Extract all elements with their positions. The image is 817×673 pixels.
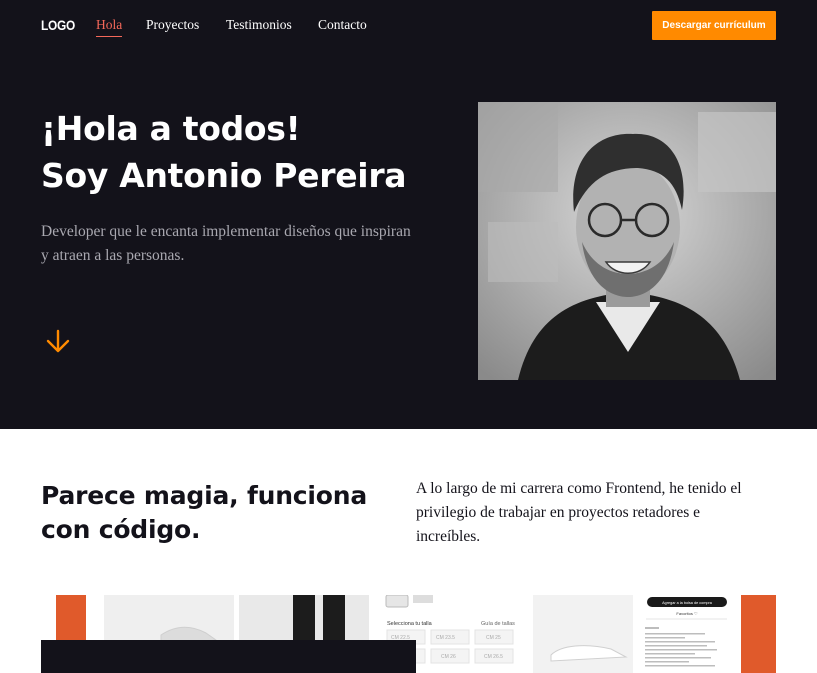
add-to-cart-button[interactable]: Agregar a la bolsa de compra [662,601,713,605]
profile-photo [478,102,776,380]
hero-title: ¡Hola a todos! Soy Antonio Pereira [41,105,407,199]
nav-link-testimonios[interactable]: Testimonios [226,17,292,33]
hero-title-line1: ¡Hola a todos! [41,109,301,148]
favorites-button[interactable]: Favoritos ♡ [676,611,698,616]
size-option[interactable]: CM 23.5 [436,635,455,641]
hero-title-line2: Soy Antonio Pereira [41,156,407,195]
hero-subtitle: Developer que le encanta implementar dis… [41,223,411,264]
logo[interactable]: LOGO [41,17,75,33]
intro-title-line1: Parece magia, funciona [41,481,368,510]
download-cv-button[interactable]: Descargar currículum [652,11,776,40]
intro-title-line2: con código. [41,515,201,544]
size-guide-link[interactable]: Guía de tallas [481,621,515,627]
size-option[interactable]: CM 26 [441,654,456,660]
hero-section: LOGO Hola Proyectos Testimonios Contacto… [0,0,817,429]
intro-text: A lo largo de mi carrera como Frontend, … [416,480,742,545]
size-option[interactable]: CM 25 [486,635,501,641]
size-label: Selecciona tu talla [387,621,433,627]
projects-overlay-panel [41,640,416,673]
arrow-down-icon[interactable] [44,328,72,356]
intro-title: Parece magia, funciona con código. [41,479,367,547]
nav-link-contacto[interactable]: Contacto [318,17,367,33]
nav-link-proyectos[interactable]: Proyectos [146,17,199,33]
nav-link-hola[interactable]: Hola [96,17,123,37]
size-option[interactable]: CM 26.5 [484,654,503,660]
